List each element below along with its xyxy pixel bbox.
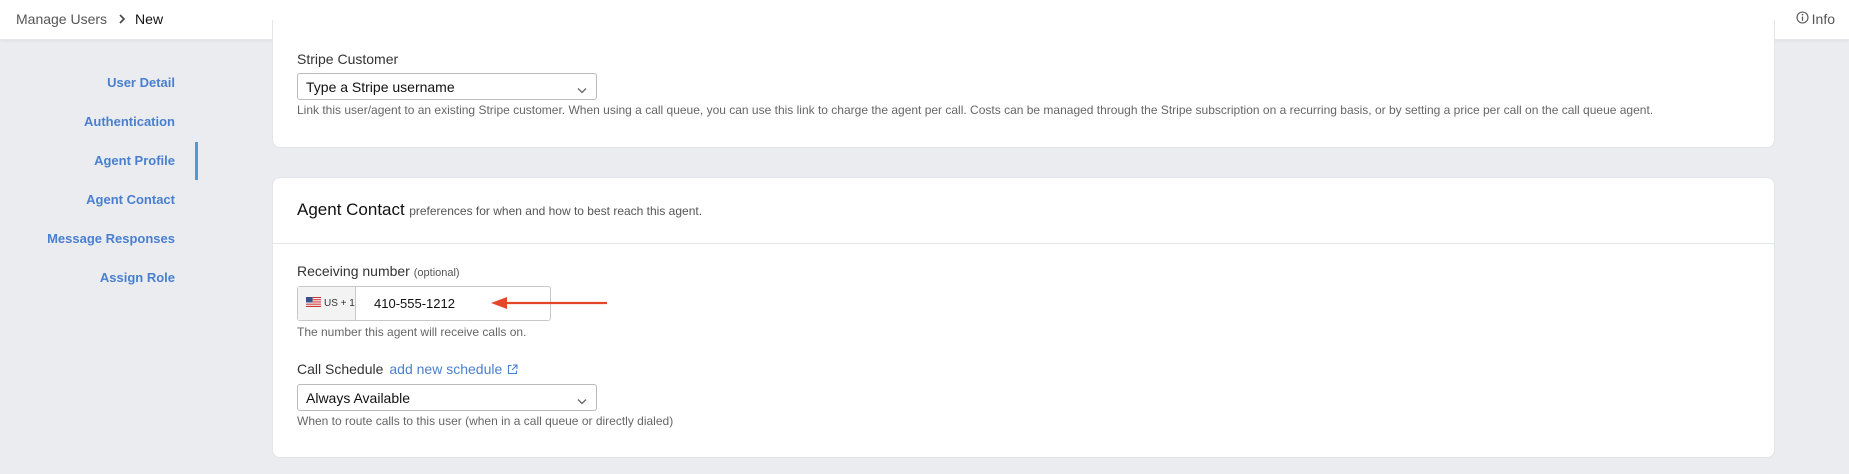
divider xyxy=(273,243,1774,244)
chevron-right-icon xyxy=(118,14,126,24)
agent-contact-subtitle: preferences for when and how to best rea… xyxy=(409,204,703,218)
call-schedule-help: When to route calls to this user (when i… xyxy=(297,414,674,428)
info-label: Info xyxy=(1811,11,1835,27)
external-link-icon[interactable] xyxy=(507,363,518,375)
breadcrumb-current: New xyxy=(135,11,164,27)
agent-contact-card: Agent Contact preferences for when and h… xyxy=(272,177,1775,458)
agent-contact-heading: Agent Contact preferences for when and h… xyxy=(297,200,702,220)
breadcrumb: Manage Users New xyxy=(16,11,163,27)
sidebar-item-assign-role[interactable]: Assign Role xyxy=(100,270,175,285)
annotation-arrow-icon xyxy=(491,297,607,309)
stripe-card: Stripe Customer Type a Stripe username L… xyxy=(272,20,1775,148)
stripe-customer-label: Stripe Customer xyxy=(297,51,399,67)
breadcrumb-manage-users[interactable]: Manage Users xyxy=(16,11,107,27)
optional-tag: (optional) xyxy=(413,267,460,279)
sidebar-item-agent-profile[interactable]: Agent Profile xyxy=(94,153,175,168)
receiving-number-help: The number this agent will receive calls… xyxy=(297,325,527,339)
chevron-down-icon xyxy=(577,392,587,408)
active-indicator xyxy=(195,142,198,180)
receiving-number-label-text: Receiving number xyxy=(297,263,410,279)
sidebar-item-authentication[interactable]: Authentication xyxy=(84,114,175,129)
call-schedule-select[interactable]: Always Available xyxy=(297,384,597,411)
stripe-help-text: Link this user/agent to an existing Stri… xyxy=(297,103,1654,117)
call-schedule-label: Call Schedule xyxy=(297,361,384,377)
sidebar-item-user-detail[interactable]: User Detail xyxy=(107,75,175,90)
receiving-number-label: Receiving number (optional) xyxy=(297,263,460,279)
call-schedule-value: Always Available xyxy=(306,390,411,406)
info-icon xyxy=(1796,11,1809,27)
add-new-schedule-link[interactable]: add new schedule xyxy=(389,361,502,377)
country-code: US + 1 xyxy=(324,298,355,309)
call-schedule-row: Call Schedule add new schedule xyxy=(297,361,518,377)
stripe-customer-select[interactable]: Type a Stripe username xyxy=(297,73,597,100)
sidebar-item-message-responses[interactable]: Message Responses xyxy=(47,231,175,246)
chevron-down-icon xyxy=(577,81,587,97)
info-button[interactable]: Info xyxy=(1796,11,1835,27)
us-flag-icon xyxy=(306,297,324,310)
country-code-selector[interactable]: US + 1 xyxy=(298,287,356,320)
agent-contact-title: Agent Contact xyxy=(297,200,405,219)
sidebar-item-agent-contact[interactable]: Agent Contact xyxy=(86,192,175,207)
stripe-select-value: Type a Stripe username xyxy=(306,79,455,95)
